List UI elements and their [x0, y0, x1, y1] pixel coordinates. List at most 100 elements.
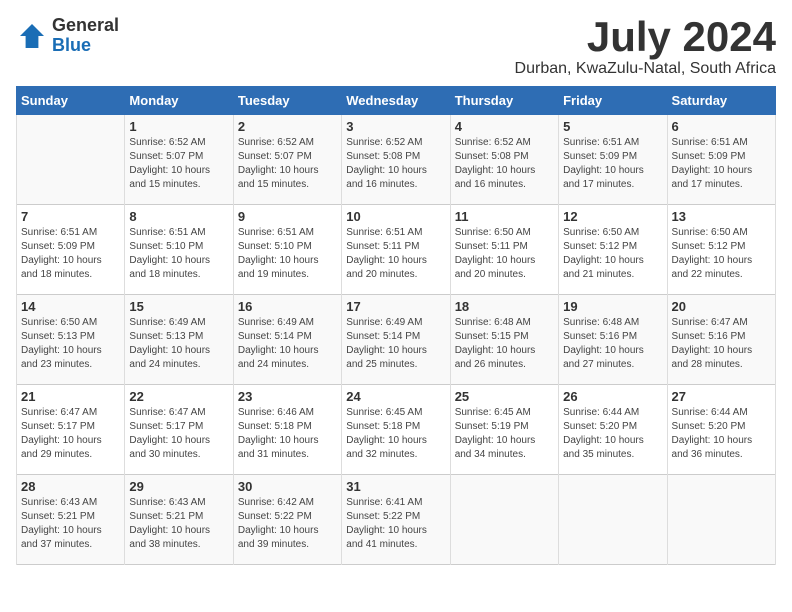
day-number: 30: [238, 479, 337, 494]
day-sun-info: Sunrise: 6:52 AM Sunset: 5:07 PM Dayligh…: [238, 136, 337, 192]
calendar-header: Sunday Monday Tuesday Wednesday Thursday…: [17, 87, 776, 115]
day-number: 9: [238, 209, 337, 224]
calendar-day-cell: [667, 475, 775, 565]
day-sun-info: Sunrise: 6:51 AM Sunset: 5:11 PM Dayligh…: [346, 226, 445, 282]
calendar-week-row: 7Sunrise: 6:51 AM Sunset: 5:09 PM Daylig…: [17, 205, 776, 295]
day-sun-info: Sunrise: 6:50 AM Sunset: 5:13 PM Dayligh…: [21, 316, 120, 372]
logo-text: General Blue: [52, 16, 119, 56]
day-sun-info: Sunrise: 6:49 AM Sunset: 5:14 PM Dayligh…: [238, 316, 337, 372]
day-number: 27: [672, 389, 771, 404]
calendar-day-cell: 23 Sunrise: 6:46 AM Sunset: 5:18 PM Dayli…: [233, 385, 341, 475]
calendar-day-cell: 24 Sunrise: 6:45 AM Sunset: 5:18 PM Dayli…: [342, 385, 450, 475]
col-thursday: Thursday: [450, 87, 558, 115]
calendar-day-cell: 25Sunrise: 6:45 AM Sunset: 5:19 PM Dayli…: [450, 385, 558, 475]
day-sun-info: Sunrise: 6:51 AM Sunset: 5:10 PM Dayligh…: [238, 226, 337, 282]
day-sun-info: Sunrise: 6:44 AM Sunset: 5:20 PM Dayligh…: [672, 406, 771, 462]
day-number: 23: [238, 389, 337, 404]
calendar-day-cell: 27 Sunrise: 6:44 AM Sunset: 5:20 PM Dayli…: [667, 385, 775, 475]
day-sun-info: Sunrise: 6:48 AM Sunset: 5:15 PM Dayligh…: [455, 316, 554, 372]
day-sun-info: Sunrise: 6:51 AM Sunset: 5:09 PM Dayligh…: [563, 136, 662, 192]
logo: General Blue: [16, 16, 119, 56]
col-sunday: Sunday: [17, 87, 125, 115]
calendar-week-row: 1 Sunrise: 6:52 AM Sunset: 5:07 PM Daylig…: [17, 115, 776, 205]
header: General Blue July 2024 Durban, KwaZulu-N…: [16, 16, 776, 78]
calendar-day-cell: 18 Sunrise: 6:48 AM Sunset: 5:15 PM Dayli…: [450, 295, 558, 385]
title-section: July 2024 Durban, KwaZulu-Natal, South A…: [515, 16, 776, 78]
calendar-day-cell: 15 Sunrise: 6:49 AM Sunset: 5:13 PM Dayli…: [125, 295, 233, 385]
logo-general-text: General: [52, 16, 119, 36]
calendar-day-cell: 12Sunrise: 6:50 AM Sunset: 5:12 PM Dayli…: [559, 205, 667, 295]
calendar-day-cell: 16 Sunrise: 6:49 AM Sunset: 5:14 PM Dayli…: [233, 295, 341, 385]
day-sun-info: Sunrise: 6:52 AM Sunset: 5:08 PM Dayligh…: [346, 136, 445, 192]
month-year-title: July 2024: [515, 16, 776, 58]
day-sun-info: Sunrise: 6:49 AM Sunset: 5:13 PM Dayligh…: [129, 316, 228, 372]
day-number: 11: [455, 209, 554, 224]
calendar-table: Sunday Monday Tuesday Wednesday Thursday…: [16, 86, 776, 565]
calendar-week-row: 21 Sunrise: 6:47 AM Sunset: 5:17 PM Dayli…: [17, 385, 776, 475]
calendar-day-cell: 7Sunrise: 6:51 AM Sunset: 5:09 PM Daylig…: [17, 205, 125, 295]
day-sun-info: Sunrise: 6:46 AM Sunset: 5:18 PM Dayligh…: [238, 406, 337, 462]
calendar-day-cell: 10 Sunrise: 6:51 AM Sunset: 5:11 PM Dayli…: [342, 205, 450, 295]
day-number: 3: [346, 119, 445, 134]
calendar-day-cell: 30Sunrise: 6:42 AM Sunset: 5:22 PM Dayli…: [233, 475, 341, 565]
day-number: 1: [129, 119, 228, 134]
day-sun-info: Sunrise: 6:44 AM Sunset: 5:20 PM Dayligh…: [563, 406, 662, 462]
calendar-day-cell: 11Sunrise: 6:50 AM Sunset: 5:11 PM Dayli…: [450, 205, 558, 295]
logo-blue-text: Blue: [52, 36, 119, 56]
day-number: 7: [21, 209, 120, 224]
day-sun-info: Sunrise: 6:43 AM Sunset: 5:21 PM Dayligh…: [129, 496, 228, 552]
calendar-day-cell: 3 Sunrise: 6:52 AM Sunset: 5:08 PM Daylig…: [342, 115, 450, 205]
day-number: 29: [129, 479, 228, 494]
col-saturday: Saturday: [667, 87, 775, 115]
calendar-day-cell: 22Sunrise: 6:47 AM Sunset: 5:17 PM Dayli…: [125, 385, 233, 475]
day-sun-info: Sunrise: 6:47 AM Sunset: 5:17 PM Dayligh…: [21, 406, 120, 462]
day-sun-info: Sunrise: 6:49 AM Sunset: 5:14 PM Dayligh…: [346, 316, 445, 372]
day-sun-info: Sunrise: 6:43 AM Sunset: 5:21 PM Dayligh…: [21, 496, 120, 552]
day-number: 26: [563, 389, 662, 404]
day-number: 24: [346, 389, 445, 404]
day-sun-info: Sunrise: 6:52 AM Sunset: 5:08 PM Dayligh…: [455, 136, 554, 192]
calendar-day-cell: 17 Sunrise: 6:49 AM Sunset: 5:14 PM Dayli…: [342, 295, 450, 385]
calendar-day-cell: [559, 475, 667, 565]
day-sun-info: Sunrise: 6:41 AM Sunset: 5:22 PM Dayligh…: [346, 496, 445, 552]
calendar-day-cell: 14Sunrise: 6:50 AM Sunset: 5:13 PM Dayli…: [17, 295, 125, 385]
col-tuesday: Tuesday: [233, 87, 341, 115]
calendar-day-cell: 5 Sunrise: 6:51 AM Sunset: 5:09 PM Daylig…: [559, 115, 667, 205]
header-row: Sunday Monday Tuesday Wednesday Thursday…: [17, 87, 776, 115]
day-number: 19: [563, 299, 662, 314]
day-number: 13: [672, 209, 771, 224]
calendar-day-cell: 1Sunrise: 6:52 AM Sunset: 5:07 PM Daylig…: [125, 115, 233, 205]
calendar-day-cell: [450, 475, 558, 565]
day-number: 4: [455, 119, 554, 134]
calendar-body: 1 Sunrise: 6:52 AM Sunset: 5:07 PM Daylig…: [17, 115, 776, 565]
day-sun-info: Sunrise: 6:45 AM Sunset: 5:18 PM Dayligh…: [346, 406, 445, 462]
calendar-day-cell: 28 Sunrise: 6:43 AM Sunset: 5:21 PM Dayli…: [17, 475, 125, 565]
day-number: 17: [346, 299, 445, 314]
calendar-day-cell: 4 Sunrise: 6:52 AM Sunset: 5:08 PM Daylig…: [450, 115, 558, 205]
day-number: 28: [21, 479, 120, 494]
day-number: 25: [455, 389, 554, 404]
calendar-day-cell: 20 Sunrise: 6:47 AM Sunset: 5:16 PM Dayli…: [667, 295, 775, 385]
calendar-day-cell: 31Sunrise: 6:41 AM Sunset: 5:22 PM Dayli…: [342, 475, 450, 565]
day-number: 10: [346, 209, 445, 224]
day-number: 2: [238, 119, 337, 134]
day-sun-info: Sunrise: 6:50 AM Sunset: 5:12 PM Dayligh…: [672, 226, 771, 282]
day-number: 18: [455, 299, 554, 314]
calendar-day-cell: 13 Sunrise: 6:50 AM Sunset: 5:12 PM Dayli…: [667, 205, 775, 295]
day-number: 16: [238, 299, 337, 314]
calendar-day-cell: 26 Sunrise: 6:44 AM Sunset: 5:20 PM Dayli…: [559, 385, 667, 475]
day-sun-info: Sunrise: 6:47 AM Sunset: 5:16 PM Dayligh…: [672, 316, 771, 372]
day-number: 6: [672, 119, 771, 134]
day-number: 21: [21, 389, 120, 404]
day-sun-info: Sunrise: 6:47 AM Sunset: 5:17 PM Dayligh…: [129, 406, 228, 462]
day-number: 15: [129, 299, 228, 314]
calendar-day-cell: [17, 115, 125, 205]
calendar-week-row: 28 Sunrise: 6:43 AM Sunset: 5:21 PM Dayli…: [17, 475, 776, 565]
calendar-day-cell: 19Sunrise: 6:48 AM Sunset: 5:16 PM Dayli…: [559, 295, 667, 385]
day-number: 20: [672, 299, 771, 314]
col-wednesday: Wednesday: [342, 87, 450, 115]
calendar-week-row: 14Sunrise: 6:50 AM Sunset: 5:13 PM Dayli…: [17, 295, 776, 385]
calendar-day-cell: 6Sunrise: 6:51 AM Sunset: 5:09 PM Daylig…: [667, 115, 775, 205]
calendar-day-cell: 21 Sunrise: 6:47 AM Sunset: 5:17 PM Dayli…: [17, 385, 125, 475]
day-number: 5: [563, 119, 662, 134]
